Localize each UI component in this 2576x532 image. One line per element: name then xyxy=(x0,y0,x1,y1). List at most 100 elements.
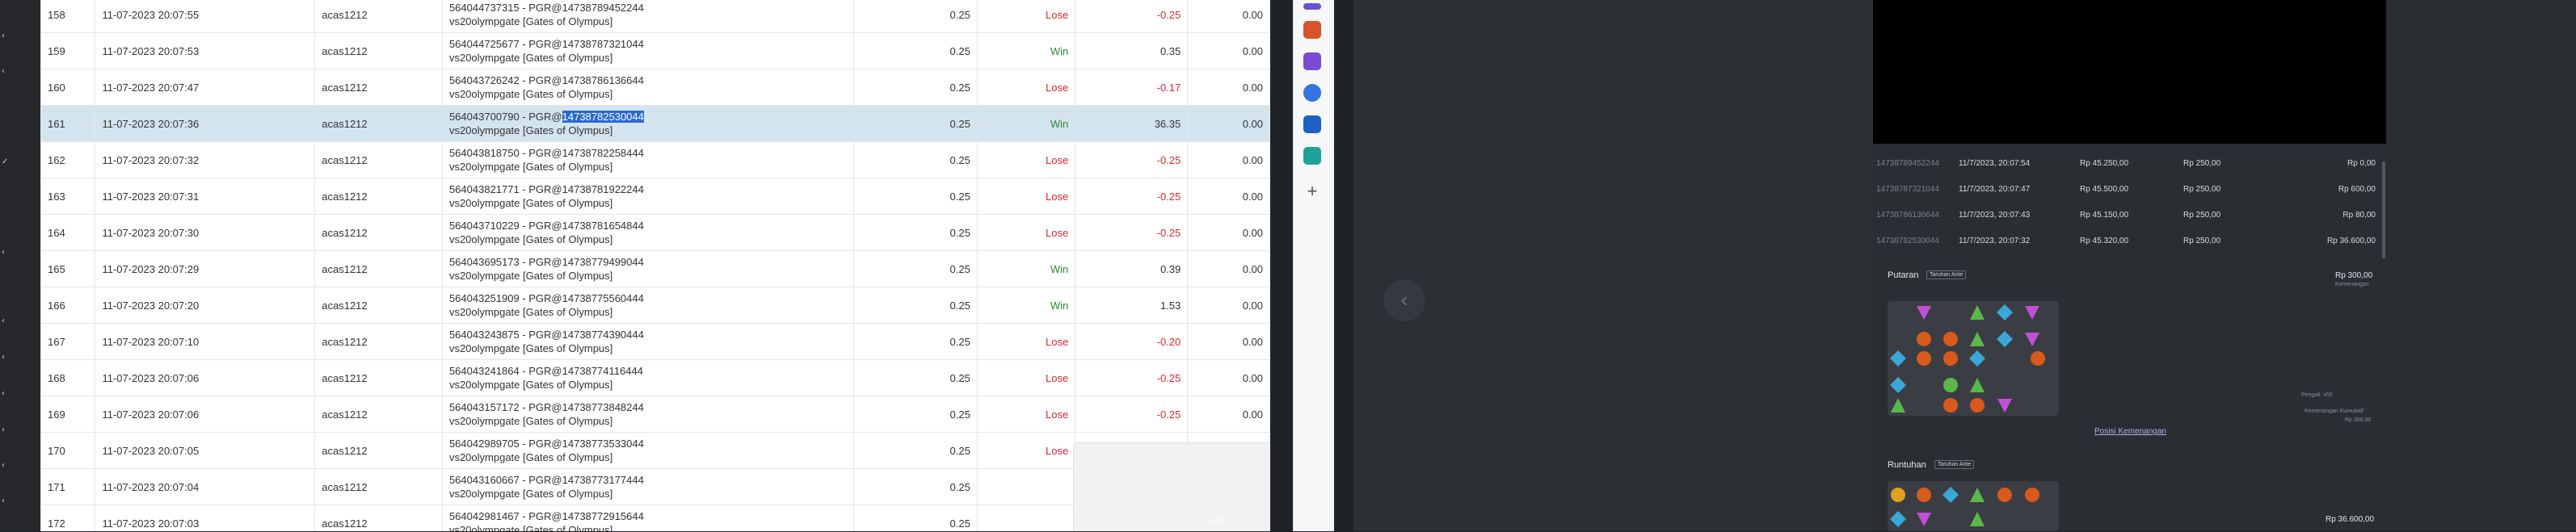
shopping-icon[interactable] xyxy=(1303,21,1321,39)
collapse-marker-icon[interactable]: ‹ xyxy=(2,354,6,362)
collapse-marker-icon[interactable]: ‹ xyxy=(2,390,6,398)
history-time: 11/7/2023, 20:07:32 xyxy=(1959,237,2031,245)
check-marker-icon: ✓ xyxy=(2,157,9,166)
collections-icon[interactable] xyxy=(1303,3,1321,10)
description-line-2: vs20olympgate [Gates of Olympus] xyxy=(448,379,613,391)
row-username: acas1212 xyxy=(314,505,443,531)
games-icon[interactable] xyxy=(1303,52,1321,70)
history-row[interactable]: 14738782530044 11/7/2023, 20:07:32 Rp 45.3… xyxy=(1873,221,2382,247)
row-username: acas1212 xyxy=(314,287,443,324)
add-icon[interactable]: + xyxy=(1303,182,1321,200)
description-line-2: vs20olympgate [Gates of Olympus] xyxy=(448,306,613,318)
row-result: Lose xyxy=(976,396,1076,433)
row-description: 564043726242 - PGR@14738786136644 vs20oly… xyxy=(441,69,855,106)
row-bet: 0.25 xyxy=(853,505,978,531)
table-row[interactable]: 169 11-07-2023 20:07:06 acas1212 5640431571… xyxy=(40,396,1270,433)
symbol-icon xyxy=(1889,510,1907,528)
description-line-2: vs20olympgate [Gates of Olympus] xyxy=(448,488,613,500)
history-round-id: 14738786136644 xyxy=(1876,211,1939,220)
history-bet: Rp 250,00 xyxy=(2183,211,2221,220)
row-date: 11-07-2023 20:07:03 xyxy=(95,505,316,531)
symbol-icon xyxy=(2023,304,2041,321)
description-line-2: vs20olympgate [Gates of Olympus] xyxy=(448,161,613,173)
row-bet: 0.25 xyxy=(853,323,978,360)
symbol-icon xyxy=(1996,486,2014,504)
table-row[interactable]: 160 11-07-2023 20:07:47 acas1212 5640437262… xyxy=(40,69,1270,106)
table-row[interactable]: 166 11-07-2023 20:07:20 acas1212 5640432519… xyxy=(40,287,1270,324)
row-description: 564044737315 - PGR@14738789452244 vs20oly… xyxy=(441,0,855,33)
overlay-popup[interactable]: Lose xyxy=(1073,442,1270,531)
back-button[interactable]: ‹ xyxy=(1383,279,1425,321)
description-line-2: vs20olympgate [Gates of Olympus] xyxy=(448,15,613,27)
table-row[interactable]: 158 11-07-2023 20:07:55 acas1212 5640447373… xyxy=(40,0,1270,33)
row-win-amount: -0.20 xyxy=(1075,323,1189,360)
row-username: acas1212 xyxy=(314,359,443,396)
history-scrollbar[interactable] xyxy=(2382,161,2385,258)
row-date: 11-07-2023 20:07:10 xyxy=(95,323,316,360)
row-number: 171 xyxy=(40,468,96,505)
row-description: 564044725677 - PGR@14738787321044 vs20oly… xyxy=(441,32,855,69)
outlook-icon[interactable] xyxy=(1303,115,1321,133)
collapse-marker-icon[interactable]: ‹ xyxy=(2,426,6,434)
history-row[interactable]: 14738789452244 11/7/2023, 20:07:54 Rp 45.2… xyxy=(1873,144,2382,170)
row-win-amount: 36.35 xyxy=(1075,105,1189,142)
table-row[interactable]: 168 11-07-2023 20:07:06 acas1212 5640432418… xyxy=(40,359,1270,396)
row-bet: 0.25 xyxy=(853,396,978,433)
row-balance: 0.00 xyxy=(1187,69,1270,106)
left-edge-strip: ‹ ‹ ✓ ‹ ‹ ‹ ‹ ‹ ‹ ‹ xyxy=(0,0,40,531)
row-date: 11-07-2023 20:07:30 xyxy=(95,214,316,251)
putaran-tag: Taruhan Ante xyxy=(1926,270,1967,279)
row-description: 564043710229 - PGR@14738781654844 vs20oly… xyxy=(441,214,855,251)
symbol-icon xyxy=(1996,396,2014,414)
history-win: Rp 0,00 xyxy=(2347,159,2376,168)
row-bet: 0.25 xyxy=(853,359,978,396)
collapse-marker-icon[interactable]: ‹ xyxy=(2,32,6,40)
symbol-icon xyxy=(1915,350,1933,367)
row-win-amount: -0.25 xyxy=(1075,359,1189,396)
row-date: 11-07-2023 20:07:04 xyxy=(95,468,316,505)
symbol-icon xyxy=(1968,510,1986,528)
history-balance: Rp 45.500,00 xyxy=(2080,185,2129,194)
table-row[interactable]: 167 11-07-2023 20:07:10 acas1212 5640432438… xyxy=(40,323,1270,360)
table-row[interactable]: 165 11-07-2023 20:07:29 acas1212 5640436951… xyxy=(40,250,1270,287)
symbol-icon xyxy=(1915,330,1933,348)
collapse-marker-icon[interactable]: ‹ xyxy=(2,249,6,257)
description-line-2: vs20olympgate [Gates of Olympus] xyxy=(448,342,613,354)
winning-position-link[interactable]: Posisi Kemenangan xyxy=(2094,427,2166,436)
description-line-1: 564044737315 - PGR@14738789452244 xyxy=(448,2,644,14)
row-win-amount: -0.25 xyxy=(1075,178,1189,215)
row-result: Win xyxy=(976,287,1076,324)
history-round-id: 14738789452244 xyxy=(1876,159,1939,168)
row-bet: 0.25 xyxy=(853,178,978,215)
row-bet: 0.25 xyxy=(853,105,978,142)
row-balance: 0.00 xyxy=(1187,32,1270,69)
putaran-note-2: Pengali: x50 xyxy=(2301,392,2333,398)
history-row[interactable]: 14738787321044 11/7/2023, 20:07:47 Rp 45.5… xyxy=(1873,170,2382,195)
table-row[interactable]: 161 11-07-2023 20:07:36 acas1212 5640437007… xyxy=(40,105,1270,142)
history-row[interactable]: 14738786136644 11/7/2023, 20:07:43 Rp 45.1… xyxy=(1873,195,2382,221)
row-balance: 0.00 xyxy=(1187,250,1270,287)
table-row[interactable]: 164 11-07-2023 20:07:30 acas1212 5640437102… xyxy=(40,214,1270,251)
row-description: 564043157172 - PGR@14738773848244 vs20oly… xyxy=(441,396,855,433)
tools-icon[interactable] xyxy=(1303,84,1321,102)
row-number: 166 xyxy=(40,287,96,324)
table-row[interactable]: 162 11-07-2023 20:07:32 acas1212 5640438187… xyxy=(40,141,1270,178)
row-username: acas1212 xyxy=(314,250,443,287)
runtuhan-symbol-grid xyxy=(1888,481,2059,531)
row-win-amount: 1.53 xyxy=(1075,287,1189,324)
shopping-cart-icon[interactable] xyxy=(1303,147,1321,165)
row-date: 11-07-2023 20:07:29 xyxy=(95,250,316,287)
row-date: 11-07-2023 20:07:47 xyxy=(95,69,316,106)
table-row[interactable]: 159 11-07-2023 20:07:53 acas1212 5640447256… xyxy=(40,32,1270,69)
row-result: Win xyxy=(976,105,1076,142)
transaction-table-panel: 158 11-07-2023 20:07:55 acas1212 5640447373… xyxy=(40,0,1270,531)
collapse-marker-icon[interactable]: ‹ xyxy=(2,462,6,470)
history-bet: Rp 250,00 xyxy=(2183,237,2221,245)
description-line-2: vs20olympgate [Gates of Olympus] xyxy=(448,451,613,463)
collapse-marker-icon[interactable]: ‹ xyxy=(2,317,6,325)
collapse-marker-icon[interactable]: ‹ xyxy=(2,497,6,505)
collapse-marker-icon[interactable]: ‹ xyxy=(2,68,6,76)
row-win-amount: 0.35 xyxy=(1075,32,1189,69)
symbol-icon xyxy=(1889,486,1907,504)
table-row[interactable]: 163 11-07-2023 20:07:31 acas1212 5640438217… xyxy=(40,178,1270,215)
